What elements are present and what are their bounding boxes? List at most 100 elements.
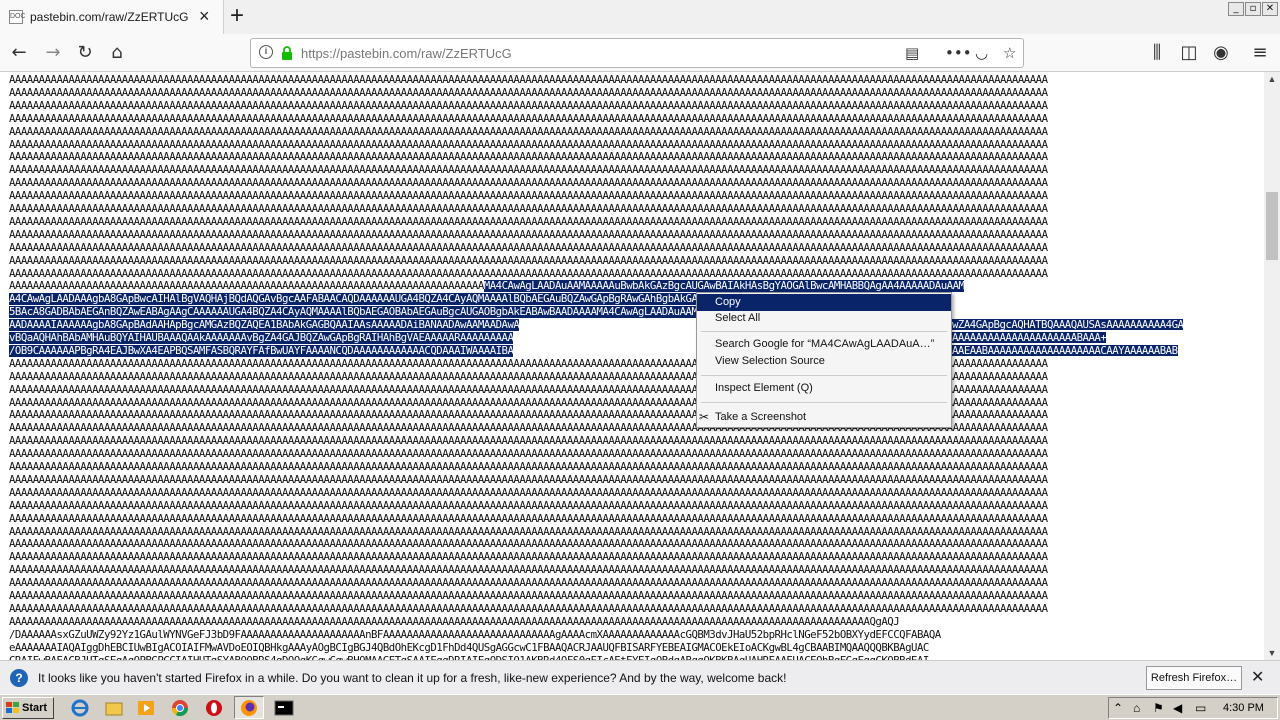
text-line: AAAAAAAAAAAAAAAAAAAAAAAAAAAAAAAAAAAAAAAA… <box>9 461 1048 473</box>
lock-icon <box>282 46 292 60</box>
scissors-icon: ✂ <box>699 410 710 424</box>
close-notification-icon[interactable]: ✕ <box>1251 667 1264 687</box>
new-tab-button[interactable]: + <box>230 4 244 28</box>
text-line: AAAAAAAAAAAAAAAAAAAAAAAAAAAAAAAAAAAAAAAA… <box>9 486 1048 499</box>
notification-bar: ? It looks like you haven't started Fire… <box>0 660 1280 694</box>
text-selection: wZA4GApBgcAQHATBQAAAQAUSAsAAAAAAAAAA4GA <box>952 319 1184 332</box>
chrome-icon[interactable] <box>170 698 190 718</box>
text-line: AAAAAAAAAAAAAAAAAAAAAAAAAAAAAAAAAAAAAAAA… <box>9 190 1048 203</box>
text-line: eAAAAAAAIAQAIggDhEBCIUwBIgACOIAIFMwAVDoE… <box>9 641 929 654</box>
text-line: AAAAAAAAAAAAAAAAAAAAAAAAAAAAAAAAAAAAAAAA… <box>9 267 1048 280</box>
text-line: AAAAAAAAAAAAAAAAAAAAAAAAAAAAAAAAAAAAAAAA… <box>9 577 1048 590</box>
context-menu: Copy Select All Search Google for “MA4CA… <box>696 292 952 428</box>
text-line: AAAAAAAAAAAAAAAAAAAAAAAAAAAAAAAAAAAAAAAA… <box>9 538 1048 551</box>
account-icon[interactable]: ◉ <box>1208 40 1234 66</box>
text-line: AAAAAAAAAAAAAAAAAAAAAAAAAAAAAAAAAAAAAAAA… <box>9 203 1048 215</box>
menu-separator <box>701 402 947 403</box>
text-line: AAAAAAAAAAAAAAAAAAAAAAAAAAAAAAAAAAAAAAAA… <box>9 370 1048 383</box>
text-line: AAAAAAAAAAAAAAAAAAAAAAAAAAAAAAAAAAAAAAAA… <box>9 590 1048 602</box>
windows-flag-icon <box>6 702 19 713</box>
menu-item-search-google[interactable]: Search Google for “MA4CAwAgLAADAuA…” <box>697 336 951 353</box>
text-selection: MA4CAwAgLAADAuAAMAAAAAuBwbAkGAzBgcAUGAwB… <box>483 280 965 293</box>
network-icon[interactable]: ⌂ <box>1133 701 1140 715</box>
forward-icon[interactable]: → <box>40 40 66 66</box>
text-line: AAAAAAAAAAAAAAAAAAAAAAAAAAAAAAAAAAAAAAAA… <box>9 473 1048 486</box>
vertical-scrollbar[interactable]: ▲ ▼ <box>1264 72 1280 660</box>
taskbar: Start ⌃ ⌂ ⚑ ◀ ▭ 4:30 PM <box>0 694 1280 720</box>
close-window-button[interactable]: ✕ <box>1262 2 1278 16</box>
menu-separator <box>701 375 947 376</box>
reader-view-icon[interactable]: ▤ <box>905 44 919 62</box>
text-selection: AAEAABAAAAAAAAAAAAAAAAAAACAAYAAAAAABAB <box>952 344 1178 357</box>
text-line: AAAAAAAAAAAAAAAAAAAAAAAAAAAAAAAAAAAAAAAA… <box>9 525 1048 538</box>
text-line: AAAAAAAAAAAAAAAAAAAAAAAAAAAAAAAAAAAAAAAA… <box>9 138 1048 151</box>
clock[interactable]: 4:30 PM <box>1223 702 1264 714</box>
page-actions-icon[interactable]: ••• <box>945 44 972 62</box>
text-line: AAAAAAAAAAAAAAAAAAAAAAAAAAAAAAAAAAAAAAAA… <box>9 499 1048 512</box>
url-text: https://pastebin.com/raw/ZzERTUcG <box>301 46 512 61</box>
url-bar[interactable]: i https://pastebin.com/raw/ZzERTUcG ▤ ••… <box>250 38 1024 68</box>
text-line: AAAAAAAAAAAAAAAAAAAAAAAAAAAAAAAAAAAAAAAA… <box>9 357 1048 370</box>
text-line: AAAAAAAAAAAAAAAAAAAAAAAAAAAAAAAAAAAAAAAA… <box>9 448 1048 461</box>
menu-item-view-selection-source[interactable]: View Selection Source <box>697 353 951 370</box>
pocket-icon[interactable]: ◡ <box>975 44 988 62</box>
navigation-toolbar: ← → ↻ ⌂ i https://pastebin.com/raw/ZzERT… <box>0 34 1280 72</box>
action-center-icon[interactable]: ⚑ <box>1153 701 1164 715</box>
text-line: AAAAAAAAAAAAAAAAAAAAAAAAAAAAAAAAAAAAAAAA… <box>9 564 1048 577</box>
menu-item-take-screenshot[interactable]: ✂ Take a Screenshot <box>697 409 951 426</box>
question-icon: ? <box>10 669 28 687</box>
text-selection: AADAAAAIAAAAAAgbA8GApBAdAAHApBgcAMGAzBQZ… <box>9 319 520 332</box>
text-line: AAAAAAAAAAAAAAAAAAAAAAAAAAAAAAAAAAAAAAAA… <box>9 551 1048 564</box>
scroll-up-icon[interactable]: ▲ <box>1264 72 1280 86</box>
opera-icon[interactable] <box>204 698 224 718</box>
menu-item-inspect-element[interactable]: Inspect Element (Q) <box>697 380 951 397</box>
site-info-icon[interactable]: i <box>259 45 273 59</box>
home-icon[interactable]: ⌂ <box>104 40 130 66</box>
volume-icon[interactable]: ◀ <box>1173 701 1182 715</box>
text-line: AAAAAAAAAAAAAAAAAAAAAAAAAAAAAAAAAAAAAAAA… <box>9 422 1048 435</box>
library-icon[interactable]: ⫼ <box>1144 40 1170 66</box>
show-hidden-icons-icon[interactable]: ⌃ <box>1113 701 1123 715</box>
text-line: AAAAAAAAAAAAAAAAAAAAAAAAAAAAAAAAAAAAAAAA… <box>9 99 1048 112</box>
text-line: AAAAAAAAAAAAAAAAAAAAAAAAAAAAAAAAAAAAAAAA… <box>9 396 1048 409</box>
minimize-button[interactable]: _ <box>1228 2 1244 16</box>
reload-icon[interactable]: ↻ <box>72 40 98 66</box>
text-line: A4CAwAgLAADAAAgbA8GApBwcAIHAlBgVAQHAjBQd… <box>9 293 1259 306</box>
network-status-icon[interactable]: ▭ <box>1195 701 1206 715</box>
close-tab-icon[interactable]: × <box>199 7 210 25</box>
folder-icon[interactable] <box>104 698 124 718</box>
command-prompt-icon[interactable] <box>274 698 294 718</box>
text-line: /OB9CAAAAAAPBgRA4EAJBwXA4EAPBQSAMFASBQRA… <box>9 344 1259 357</box>
text-line: AAAAAAAAAAAAAAAAAAAAAAAAAAAAAAAAAAAAAAAA… <box>9 602 1048 615</box>
text-line: /DAAAAAAsxGZuUWZy92Yz1GAulWYNVGeFJ3bD9FA… <box>9 628 941 641</box>
scroll-down-icon[interactable]: ▼ <box>1264 646 1280 660</box>
tab-title: pastebin.com/raw/ZzERTUcG <box>30 10 189 24</box>
menu-item-copy[interactable]: Copy <box>697 294 951 311</box>
media-player-icon[interactable] <box>136 698 156 718</box>
firefox-icon <box>241 700 257 716</box>
back-icon[interactable]: ← <box>6 40 32 66</box>
menu-icon[interactable]: ≡ <box>1247 40 1273 66</box>
bookmark-star-icon[interactable]: ☆ <box>1003 44 1016 62</box>
text-line: AAAAAAAAAAAAAAAAAAAAAAAAAAAAAAAAAAAAAAAA… <box>9 280 1259 293</box>
tab-active[interactable]: DOC pastebin.com/raw/ZzERTUcG × <box>0 0 224 34</box>
menu-separator <box>701 331 947 332</box>
menu-item-select-all[interactable]: Select All <box>697 310 951 327</box>
text-selection: AAAAAAAAAAAAAAAAAAAAABAAA+ <box>952 332 1107 344</box>
text-line: vBQaAQHAhBAbAMHAuBQYAIHAUBAAAQAAkAAAAAAA… <box>9 332 1259 344</box>
system-tray: ⌃ ⌂ ⚑ ◀ ▭ 4:30 PM <box>1108 697 1278 719</box>
notification-message: It looks like you haven't started Firefo… <box>38 671 787 685</box>
maximize-button[interactable]: ▫ <box>1245 2 1261 16</box>
text-selection: vBQaAQHAhBAbAMHAuBQYAIHAUBAAAQAAkAAAAAAA… <box>9 332 514 344</box>
scrollbar-thumb[interactable] <box>1266 192 1278 260</box>
text-line: AADAAAAIAAAAAAgbA8GApBAdAAHApBgcAMGAzBQZ… <box>9 319 1259 332</box>
sidebar-icon[interactable]: ◫ <box>1176 40 1202 66</box>
text-line: AAAAAAAAAAAAAAAAAAAAAAAAAAAAAAAAAAAAAAAA… <box>9 177 1048 190</box>
refresh-firefox-button[interactable]: Refresh Firefox… <box>1146 666 1242 690</box>
taskbar-firefox-active[interactable] <box>234 696 264 719</box>
text-line: AAAAAAAAAAAAAAAAAAAAAAAAAAAAAAAAAAAAAAAA… <box>9 86 1048 99</box>
text-line: AAAAAAAAAAAAAAAAAAAAAAAAAAAAAAAAAAAAAAAA… <box>9 215 1048 228</box>
start-button[interactable]: Start <box>2 697 54 719</box>
internet-explorer-icon[interactable] <box>70 698 90 718</box>
raw-paste-content[interactable]: AAAAAAAAAAAAAAAAAAAAAAAAAAAAAAAAAAAAAAAA… <box>0 72 1264 660</box>
